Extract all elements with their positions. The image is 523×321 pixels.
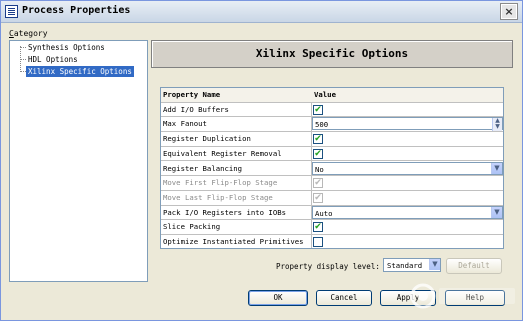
- property-name: Equivalent Register Removal: [163, 148, 282, 158]
- register-balancing-dropdown[interactable]: No ▼: [312, 161, 503, 175]
- property-name: Max Fanout: [163, 119, 207, 129]
- register-balancing-value: No: [315, 164, 324, 174]
- options-header-title: Xilinx Specific Options: [255, 47, 409, 60]
- spinner-arrows-icon[interactable]: ▲ ▼: [492, 118, 502, 132]
- table-row: Move Last Flip-Flop Stage ✔: [161, 191, 503, 206]
- tree-item-synthesis-options[interactable]: Synthesis Options: [26, 42, 107, 53]
- display-level-value: Standard: [387, 261, 423, 270]
- table-row: Max Fanout 500 ▲ ▼: [161, 117, 503, 133]
- equivalent-register-removal-checkbox[interactable]: ✔: [313, 148, 323, 159]
- property-name: Pack I/O Registers into IOBs: [163, 207, 287, 217]
- chevron-down-icon[interactable]: ▼: [491, 162, 502, 174]
- move-last-flip-flop-checkbox: ✔: [313, 192, 323, 203]
- options-header: Xilinx Specific Options: [151, 40, 513, 68]
- column-header-property: Property Name: [163, 90, 221, 99]
- title-bar[interactable]: Process Properties ×: [1, 1, 522, 23]
- app-icon: [5, 5, 18, 18]
- window-title: Process Properties: [22, 5, 131, 16]
- max-fanout-spinner[interactable]: 500 ▲ ▼: [312, 117, 503, 132]
- table-row: Equivalent Register Removal ✔: [161, 147, 503, 162]
- category-label: Category: [9, 29, 48, 38]
- display-level-select[interactable]: Standard ▼: [383, 258, 441, 272]
- optimize-instantiated-primitives-checkbox[interactable]: [313, 237, 323, 247]
- pack-io-registers-value: Auto: [315, 208, 333, 218]
- pack-io-registers-dropdown[interactable]: Auto ▼: [312, 205, 503, 219]
- table-row: Optimize Instantiated Primitives: [161, 235, 503, 250]
- add-io-buffers-checkbox[interactable]: ✔: [313, 104, 323, 115]
- move-first-flip-flop-checkbox: ✔: [313, 178, 323, 189]
- close-button[interactable]: ×: [500, 3, 518, 20]
- property-name: Register Duplication: [163, 134, 251, 144]
- property-name: Add I/O Buffers: [163, 104, 229, 114]
- register-duplication-checkbox[interactable]: ✔: [313, 134, 323, 145]
- watermark-logo: [410, 283, 515, 309]
- table-row: Pack I/O Registers into IOBs Auto ▼: [161, 205, 503, 221]
- display-level-label: Property display level:: [276, 262, 380, 271]
- table-row: Move First Flip-Flop Stage ✔: [161, 176, 503, 191]
- property-table: Property Name Value Add I/O Buffers ✔ Ma…: [160, 87, 504, 249]
- max-fanout-value: 500: [315, 120, 329, 130]
- tree-item-hdl-options[interactable]: HDL Options: [26, 54, 80, 65]
- table-row: Slice Packing ✔: [161, 220, 503, 235]
- property-name: Slice Packing: [163, 222, 221, 232]
- tree-item-xilinx-specific-options[interactable]: Xilinx Specific Options: [26, 66, 134, 77]
- cancel-button[interactable]: Cancel: [316, 290, 372, 306]
- property-name: Optimize Instantiated Primitives: [163, 237, 304, 246]
- property-name: Register Balancing: [163, 163, 243, 173]
- table-row: Register Duplication ✔: [161, 132, 503, 147]
- process-properties-dialog: Process Properties × Category Synthesis …: [0, 0, 523, 321]
- table-row: Register Balancing No ▼: [161, 161, 503, 177]
- table-header: Property Name Value: [161, 88, 503, 103]
- property-name: Move First Flip-Flop Stage: [163, 178, 278, 188]
- table-row: Add I/O Buffers ✔: [161, 103, 503, 118]
- default-button[interactable]: Default: [446, 258, 502, 274]
- column-header-value: Value: [314, 90, 336, 99]
- property-name: Move Last Flip-Flop Stage: [163, 192, 273, 202]
- ok-button[interactable]: OK: [248, 290, 308, 306]
- slice-packing-checkbox[interactable]: ✔: [313, 222, 323, 233]
- chevron-down-icon[interactable]: ▼: [491, 206, 502, 218]
- chevron-down-icon[interactable]: ▼: [429, 259, 440, 270]
- category-tree[interactable]: Synthesis Options HDL Options Xilinx Spe…: [9, 40, 148, 282]
